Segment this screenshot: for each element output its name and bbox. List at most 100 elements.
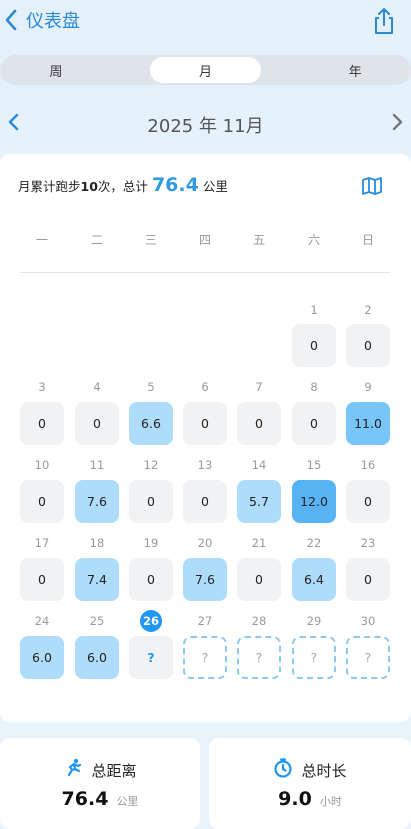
day-number: 7 — [255, 380, 263, 394]
day-cell[interactable]: 7.6 — [75, 480, 119, 523]
day-distance: 0 — [255, 416, 263, 431]
day-cell[interactable]: 0 — [346, 480, 390, 523]
day-distance: 0 — [38, 494, 46, 509]
summary-prefix: 月累计跑步 — [18, 179, 81, 194]
day-number: 15 — [306, 458, 322, 472]
day-number: 3 — [38, 380, 46, 394]
day-cell[interactable]: 0 — [20, 480, 64, 523]
day-number: 11 — [89, 458, 105, 472]
day-cell[interactable]: ? — [129, 636, 173, 679]
weekday-label: 六 — [307, 233, 320, 247]
day-distance: 0 — [255, 572, 263, 587]
day-cell[interactable]: 0 — [20, 402, 64, 445]
day-distance: 0 — [93, 416, 101, 431]
day-cell[interactable]: 0 — [129, 480, 173, 523]
month-label: 2025 年 11月 — [147, 116, 264, 137]
day-cell[interactable]: 7.6 — [183, 558, 227, 601]
total-distance: 76.4 — [151, 174, 199, 196]
share-button[interactable] — [369, 6, 399, 36]
day-distance: 0 — [147, 572, 155, 587]
day-cell[interactable]: 7.4 — [75, 558, 119, 601]
day-distance: 6.4 — [304, 572, 324, 587]
day-distance: ? — [364, 650, 372, 665]
weekday-label: 日 — [361, 233, 374, 247]
day-number: 25 — [89, 614, 105, 628]
day-number: 6 — [201, 380, 209, 394]
day-cell[interactable]: 0 — [129, 558, 173, 601]
total-duration-unit: 小时 — [319, 795, 342, 808]
day-number: 5 — [147, 380, 155, 394]
map-button[interactable] — [361, 176, 383, 196]
day-number: 18 — [89, 536, 105, 550]
day-cell[interactable]: 6.0 — [75, 636, 119, 679]
day-cell[interactable]: 0 — [237, 402, 281, 445]
summary-unit: 公里 — [202, 179, 228, 194]
day-cell[interactable]: 0 — [183, 402, 227, 445]
day-distance: ? — [201, 650, 209, 665]
day-distance: 0 — [364, 338, 372, 353]
day-distance: 0 — [201, 416, 209, 431]
day-number: 17 — [34, 536, 50, 550]
day-distance: 0 — [364, 494, 372, 509]
day-number: 24 — [34, 614, 50, 628]
day-number: 4 — [93, 380, 101, 394]
day-cell[interactable]: 6.0 — [20, 636, 64, 679]
day-cell[interactable]: 6.6 — [129, 402, 173, 445]
day-number: 20 — [197, 536, 213, 550]
tab-year-label: 年 — [348, 64, 362, 80]
day-number: 27 — [197, 614, 213, 628]
day-number: 29 — [306, 614, 322, 628]
month-navigation: 2025 年 11月 — [0, 104, 411, 140]
day-cell[interactable]: 12.0 — [292, 480, 336, 523]
day-cell[interactable]: ? — [183, 636, 227, 679]
day-cell[interactable]: 11.0 — [346, 402, 390, 445]
day-distance: 0 — [38, 416, 46, 431]
map-icon — [361, 177, 383, 200]
chevron-right-icon — [385, 113, 409, 138]
day-distance: 5.7 — [249, 494, 269, 509]
day-cell[interactable]: 5.7 — [237, 480, 281, 523]
day-cell[interactable]: 0 — [237, 558, 281, 601]
day-cell[interactable]: 0 — [346, 324, 390, 367]
total-distance-header: 总距离 — [0, 758, 200, 782]
day-cell[interactable]: 6.4 — [292, 558, 336, 601]
day-distance: 7.4 — [87, 572, 107, 587]
day-cell[interactable]: ? — [292, 636, 336, 679]
today-marker: 26 — [140, 610, 162, 632]
day-number: 1 — [310, 303, 318, 317]
back-button[interactable]: 仪表盘 — [4, 6, 80, 34]
day-cell[interactable]: 0 — [346, 558, 390, 601]
next-month-button[interactable] — [385, 110, 409, 134]
weekday-label: 五 — [252, 233, 265, 247]
tab-week[interactable]: 周 — [0, 55, 112, 85]
day-distance: ? — [147, 650, 155, 665]
tab-year[interactable]: 年 — [299, 55, 411, 85]
tab-month[interactable]: 月 — [149, 57, 262, 83]
weekday-label: 二 — [90, 233, 103, 247]
day-cell[interactable]: 0 — [292, 402, 336, 445]
total-duration-value: 9.0 — [278, 788, 312, 810]
day-number: 21 — [251, 536, 267, 550]
day-cell[interactable]: 0 — [292, 324, 336, 367]
day-distance: 7.6 — [195, 572, 215, 587]
day-number: 2 — [364, 303, 372, 317]
page-title: 仪表盘 — [26, 11, 80, 32]
day-cell[interactable]: 0 — [75, 402, 119, 445]
weekday-label: 三 — [144, 233, 157, 247]
day-cell[interactable]: 0 — [183, 480, 227, 523]
tab-month-label: 月 — [199, 64, 213, 80]
day-number: 23 — [360, 536, 376, 550]
day-number: 28 — [251, 614, 267, 628]
day-distance: 11.0 — [354, 416, 382, 431]
tab-week-label: 周 — [49, 64, 63, 80]
day-cell[interactable]: 0 — [20, 558, 64, 601]
day-number: 14 — [251, 458, 267, 472]
day-distance: 0 — [310, 338, 318, 353]
day-number: 13 — [197, 458, 213, 472]
total-duration-label: 总时长 — [301, 761, 347, 780]
period-segmented-control: 周 月 年 — [0, 55, 411, 85]
total-distance-value: 76.4 — [61, 788, 109, 810]
day-cell[interactable]: ? — [237, 636, 281, 679]
chevron-left-icon — [4, 8, 18, 32]
day-cell[interactable]: ? — [346, 636, 390, 679]
